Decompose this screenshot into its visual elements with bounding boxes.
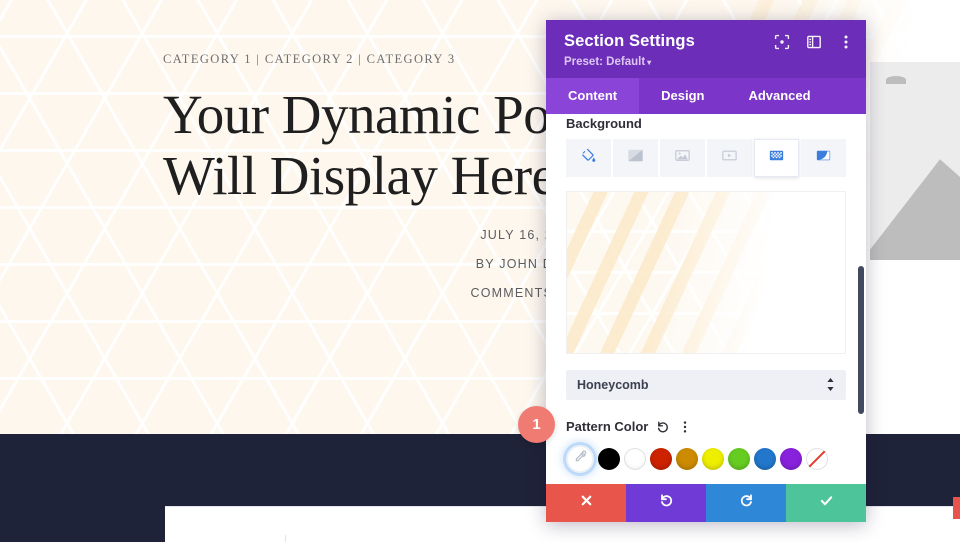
background-section-label: Background	[566, 116, 846, 131]
panel-scrollbar[interactable]	[858, 266, 864, 414]
close-icon	[579, 493, 594, 513]
placeholder-sun	[886, 76, 906, 84]
pattern-style-value: Honeycomb	[577, 378, 649, 392]
tab-content[interactable]: Content	[546, 78, 639, 114]
screen: CATEGORY 1 | CATEGORY 2 | CATEGORY 3 You…	[0, 0, 960, 542]
image-placeholder	[870, 62, 960, 260]
undo-icon	[659, 493, 674, 513]
swatch-black[interactable]	[598, 448, 620, 470]
swatch-yellow[interactable]	[702, 448, 724, 470]
layout-panel-icon[interactable]	[806, 34, 822, 50]
background-color-tab[interactable]	[566, 139, 611, 177]
pattern-color-label: Pattern Color	[566, 419, 648, 434]
swatch-none[interactable]	[806, 448, 828, 470]
redo-button[interactable]	[706, 484, 786, 522]
color-swatch-row	[566, 445, 846, 473]
post-meta: JULY 16, 2 BY JOHN D COMMENTS	[163, 228, 553, 300]
check-icon	[819, 493, 834, 513]
background-video-tab[interactable]	[707, 139, 752, 177]
bottom-panel-divider	[285, 535, 286, 542]
reset-icon[interactable]	[656, 420, 670, 434]
panel-body: Background	[546, 114, 866, 484]
focus-icon[interactable]	[774, 34, 790, 50]
swatch-blue[interactable]	[754, 448, 776, 470]
panel-footer-actions	[546, 484, 866, 522]
section-settings-panel: Section Settings Preset: Default▾	[546, 20, 866, 522]
video-icon	[720, 146, 739, 170]
mask-icon	[814, 146, 833, 170]
panel-preset-selector[interactable]: Preset: Default▾	[564, 56, 852, 68]
image-icon	[673, 146, 692, 170]
tab-design[interactable]: Design	[639, 78, 726, 114]
more-vertical-icon[interactable]	[678, 420, 692, 434]
panel-header-icons	[774, 34, 854, 50]
panel-preset-label: Preset: Default	[564, 56, 645, 68]
swatch-white[interactable]	[624, 448, 646, 470]
panel-tabs: Content Design Advanced	[546, 78, 866, 114]
save-button[interactable]	[786, 484, 866, 522]
pattern-style-select[interactable]: Honeycomb	[566, 370, 846, 400]
red-edge-tab	[953, 497, 960, 519]
pattern-icon	[767, 146, 786, 170]
gradient-icon	[626, 146, 645, 170]
background-type-tabs	[566, 139, 846, 177]
chevron-down-icon: ▾	[647, 58, 651, 67]
swatch-orange[interactable]	[676, 448, 698, 470]
cancel-button[interactable]	[546, 484, 626, 522]
post-author: BY JOHN D	[163, 257, 553, 271]
panel-header: Section Settings Preset: Default▾	[546, 20, 866, 78]
pattern-color-header: Pattern Color	[566, 419, 846, 434]
placeholder-mountain	[870, 140, 960, 260]
panel-scroll-content: Background	[566, 116, 846, 484]
select-arrows-icon	[826, 378, 835, 393]
eyedropper-icon	[573, 449, 588, 469]
background-pattern-tab[interactable]	[754, 139, 799, 177]
swatch-green[interactable]	[728, 448, 750, 470]
background-mask-tab[interactable]	[801, 139, 846, 177]
pattern-preview	[566, 191, 846, 354]
step-badge-1: 1	[518, 406, 555, 443]
redo-icon	[739, 493, 754, 513]
post-comments: COMMENTS	[163, 286, 553, 300]
paint-bucket-icon	[580, 147, 597, 169]
tab-advanced[interactable]: Advanced	[726, 78, 832, 114]
background-gradient-tab[interactable]	[613, 139, 658, 177]
post-date: JULY 16, 2	[163, 228, 553, 242]
swatch-purple[interactable]	[780, 448, 802, 470]
eyedropper-button[interactable]	[566, 445, 594, 473]
swatch-red[interactable]	[650, 448, 672, 470]
background-image-tab[interactable]	[660, 139, 705, 177]
undo-button[interactable]	[626, 484, 706, 522]
more-vertical-icon[interactable]	[838, 34, 854, 50]
